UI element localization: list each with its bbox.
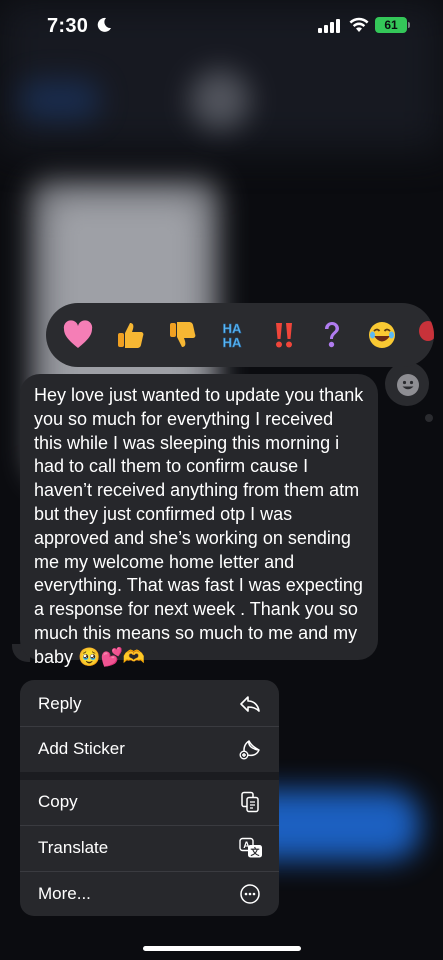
cellular-signal-icon (318, 19, 340, 33)
question-reaction-button[interactable] (312, 315, 352, 355)
thumbs-up-icon (118, 323, 144, 348)
thumbs-up-reaction-button[interactable] (110, 315, 150, 355)
haha-reaction-button[interactable]: HA HA (212, 315, 252, 355)
reply-label: Reply (38, 694, 82, 713)
focus-moon-icon (97, 17, 111, 32)
battery-tip (408, 22, 410, 28)
laughing-reaction-button[interactable] (362, 315, 402, 355)
tapback-reaction-bar: HA HA (46, 303, 434, 367)
battery-level: 61 (384, 18, 398, 32)
double-exclamation-icon (276, 323, 292, 348)
status-bar: 7:30 61 (0, 0, 443, 54)
reaction-bubble-dot (425, 414, 433, 422)
home-indicator[interactable] (143, 946, 301, 951)
emphasize-reaction-button[interactable] (264, 315, 304, 355)
message-context-menu: Reply Add Sticker Copy Translate A 文 Mor… (20, 680, 279, 916)
heart-reaction-button[interactable] (58, 315, 98, 355)
laughing-face-icon (369, 322, 395, 348)
balloon-reaction-button[interactable] (408, 315, 434, 355)
question-mark-icon (325, 322, 339, 348)
heart-icon (63, 320, 93, 348)
status-time: 7:30 (47, 15, 89, 37)
svg-text:HA: HA (223, 321, 242, 336)
haha-icon: HA HA (222, 321, 242, 351)
more-label: More... (38, 884, 91, 903)
reply-arrow-icon (240, 696, 260, 712)
menu-item-copy[interactable]: Copy (20, 780, 279, 825)
add-sticker-smiley-icon[interactable] (396, 373, 420, 397)
message-text: Hey love just wanted to update you thank… (34, 385, 364, 667)
translate-label: Translate (38, 838, 109, 857)
more-ellipsis-icon (240, 884, 260, 904)
battery-indicator: 61 (375, 17, 407, 33)
menu-section-gap (20, 772, 279, 780)
menu-item-more[interactable]: More... (20, 872, 279, 916)
copy-icon (241, 791, 259, 813)
thumbs-down-reaction-button[interactable] (162, 315, 202, 355)
copy-label: Copy (38, 792, 78, 811)
translate-icon: A 文 (239, 837, 262, 858)
svg-text:文: 文 (249, 846, 260, 858)
thumbs-down-icon (170, 322, 196, 347)
svg-text:HA: HA (223, 335, 242, 350)
wifi-icon (349, 17, 369, 32)
add-sticker-label: Add Sticker (38, 739, 125, 758)
incoming-message-bubble[interactable]: Hey love just wanted to update you thank… (20, 374, 378, 667)
menu-item-reply[interactable]: Reply (20, 682, 279, 727)
sticker-icon (239, 740, 260, 760)
menu-item-translate[interactable]: Translate A 文 (20, 826, 279, 871)
menu-item-add-sticker[interactable]: Add Sticker (20, 727, 279, 772)
balloon-icon (419, 321, 434, 341)
